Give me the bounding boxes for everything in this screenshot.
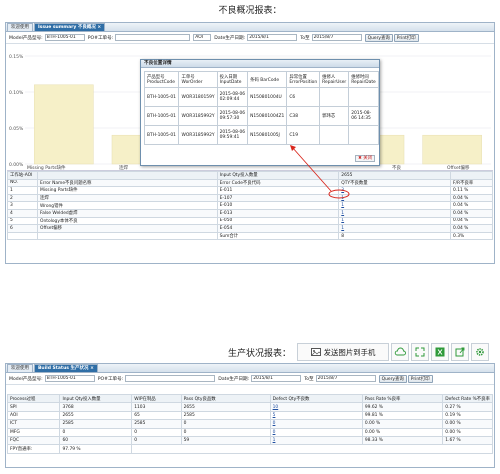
send-to-phone-label: 发送图片到手机 [323,347,376,357]
table-cell: SPI [6,402,61,412]
image-icon [310,348,321,356]
table-row: ICT 2585 2585 0 0 0.00 % 0.00 % [6,419,493,429]
table-cell: Pass Qty良品数 [180,393,271,404]
table-cell: 2585 [131,419,182,429]
table-cell: MFG [6,427,61,437]
table-cell [131,444,493,454]
annotation-arrow [291,146,332,192]
table-cell: Process过程 [6,393,61,404]
build-status-panel: 欢迎使用 Build Status 生产状况 × Model产品型号: BTH-… [5,363,495,468]
fullscreen-button[interactable] [411,343,430,361]
tab-welcome[interactable]: 欢迎使用 [7,364,33,372]
table-cell: 99.62 % [361,402,444,412]
fpy-row: FPY直通率: 97.79 % [6,444,493,454]
table-cell: 0.00 % [361,419,444,429]
excel-button[interactable] [431,343,450,361]
table-cell: 0 [180,419,271,429]
cloud-button[interactable] [391,343,410,361]
table-cell: 2585 [180,410,271,421]
date-to-input[interactable]: 2015/8/7 [315,375,376,382]
table-cell: Pass Rate %良率 [361,393,444,404]
table-row: MFG 0 0 0 0 0.00 % 0.00 % [6,427,493,437]
table-cell: 1.67 % [442,435,493,446]
table-cell: Defect Qty不良数 [269,393,363,404]
export-button[interactable] [451,343,470,361]
fpy-value: 97.79 % [59,444,133,454]
table-cell: 0.19 % [442,410,493,421]
table-cell: 98.33 % [361,435,444,446]
export-toolbar: 生产状况报表： 发送图片到手机 [228,342,491,362]
gear-icon [476,348,484,356]
table-cell: AOI [6,410,61,421]
table-cell: 65 [131,410,182,421]
table-cell: 0.00 % [442,427,493,437]
table-cell: 0 [180,427,271,437]
excel-icon [435,347,445,357]
table-row: FQC 60 0 59 1 98.33 % 1.67 % [6,435,493,446]
build-status-table: Process过程 Input Qty投入数量 WIP在制品 Pass Qty良品数 D… [6,393,493,454]
table-cell: FQC [6,435,61,446]
tab-bar: 欢迎使用 Build Status 生产状况 × [6,364,494,373]
table-cell: 0.27 % [442,402,493,412]
table-cell: 0.00 % [442,419,493,429]
tab-build-status[interactable]: Build Status 生产状况 × [34,364,98,372]
highlight-ellipse [328,189,350,199]
model-label: Model产品型号: [9,376,43,382]
settings-button[interactable] [471,343,490,361]
table-cell: Defect Rate %不良率 [442,393,493,404]
table-cell[interactable]: 0 [269,427,363,437]
query-button[interactable]: Query查询 [378,374,407,383]
date-label: Date生产日期: [218,376,250,382]
table-row: AOI 2655 65 2585 5 99.81 % 0.19 % [6,410,493,421]
table-cell: Input Qty投入数量 [59,393,133,404]
to-label: To至 [304,376,314,382]
export-icon [455,347,465,357]
table-cell[interactable]: 0 [269,419,363,429]
table-cell: 2655 [180,402,271,412]
page-heading-build-status: 生产状况报表： [228,348,292,359]
table-cell: 0.00 % [361,427,444,437]
date-from-input[interactable]: 2015/8/1 [251,375,302,382]
send-to-phone-button[interactable]: 发送图片到手机 [297,343,390,361]
model-input[interactable]: BTH-1005-01 [44,375,95,382]
po-input[interactable] [125,375,216,382]
po-label: PO#工单号: [97,376,124,382]
table-cell: 59 [180,435,271,446]
table-cell: 99.81 % [361,410,444,421]
table-row: SPI 3768 1103 2655 10 99.62 % 0.27 % [6,402,493,412]
filter-bar: Model产品型号: BTH-1005-01 PO#工单号: Date生产日期:… [6,373,494,385]
table-cell: 0 [131,427,182,437]
table-cell[interactable]: 10 [269,402,363,412]
table-cell: 2655 [59,410,133,421]
table-cell: 0 [131,435,182,446]
table-cell[interactable]: 1 [269,435,363,446]
table-cell: 1103 [131,402,182,412]
table-cell: ICT [6,419,61,429]
table-cell: 3768 [59,402,133,412]
table-cell: 2585 [59,419,133,429]
fpy-label: FPY直通率: [6,444,61,454]
table-cell: WIP在制品 [131,393,182,404]
print-button[interactable]: Print打印 [407,374,433,383]
expand-icon [415,347,425,357]
table-cell: 0 [59,427,133,437]
table-cell: 60 [59,435,133,446]
cloud-icon [394,347,406,356]
table-header-row: Process过程 Input Qty投入数量 WIP在制品 Pass Qty良品数 D… [6,393,493,404]
table-cell[interactable]: 5 [269,410,363,421]
